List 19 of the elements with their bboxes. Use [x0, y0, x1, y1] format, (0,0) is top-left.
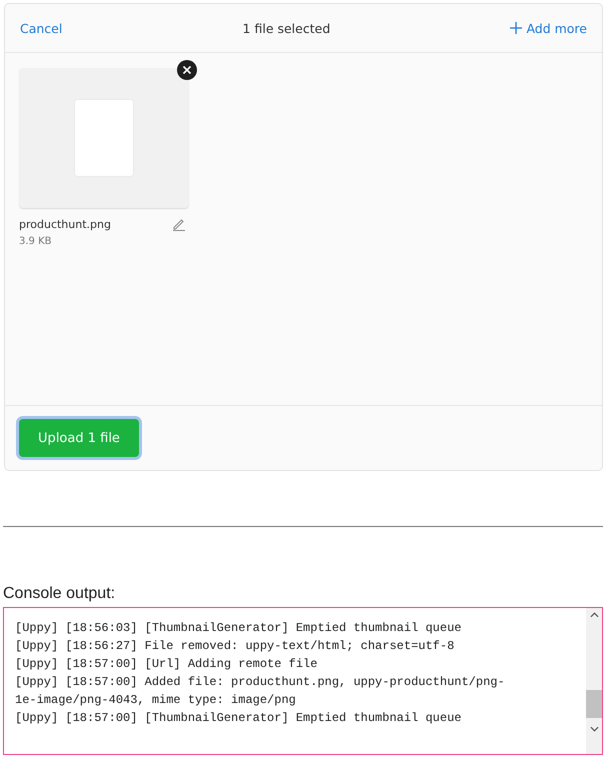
- scroll-down-icon[interactable]: [590, 726, 598, 732]
- selection-count: 1 file selected: [242, 20, 330, 36]
- log-line: [Uppy] [18:57:00] [Url] Adding remote file: [15, 656, 318, 673]
- log-line: [Uppy] [18:56:27] File removed: uppy-text/html; charset=utf-8: [15, 638, 456, 655]
- file-name: producthunt.png: [19, 218, 111, 230]
- cancel-link[interactable]: Cancel: [20, 20, 62, 36]
- log-line: [Uppy] [18:56:03] [ThumbnailGenerator] Emptied thumbnail queue: [15, 620, 462, 637]
- log-line: [Uppy] [18:57:00] Added file: producthunt.png, uppy-producthunt/png-1e-image/png-4043, mime type: image/png: [15, 674, 506, 709]
- add-more-link[interactable]: Add more: [510, 20, 587, 36]
- console-label: Console output:: [3, 585, 116, 603]
- file-size: 3.9 KB: [19, 236, 52, 247]
- scrollbar[interactable]: [586, 608, 602, 754]
- log-line: [Uppy] [18:57:00] [ThumbnailGenerator] Emptied thumbnail queue: [15, 710, 462, 727]
- plus-icon: [510, 22, 522, 34]
- upload-button[interactable]: Upload 1 file: [19, 419, 139, 457]
- scrollbar-thumb[interactable]: [586, 690, 602, 718]
- remove-icon[interactable]: [177, 60, 197, 80]
- pencil-icon[interactable]: [172, 217, 186, 231]
- scroll-up-icon[interactable]: [590, 612, 598, 618]
